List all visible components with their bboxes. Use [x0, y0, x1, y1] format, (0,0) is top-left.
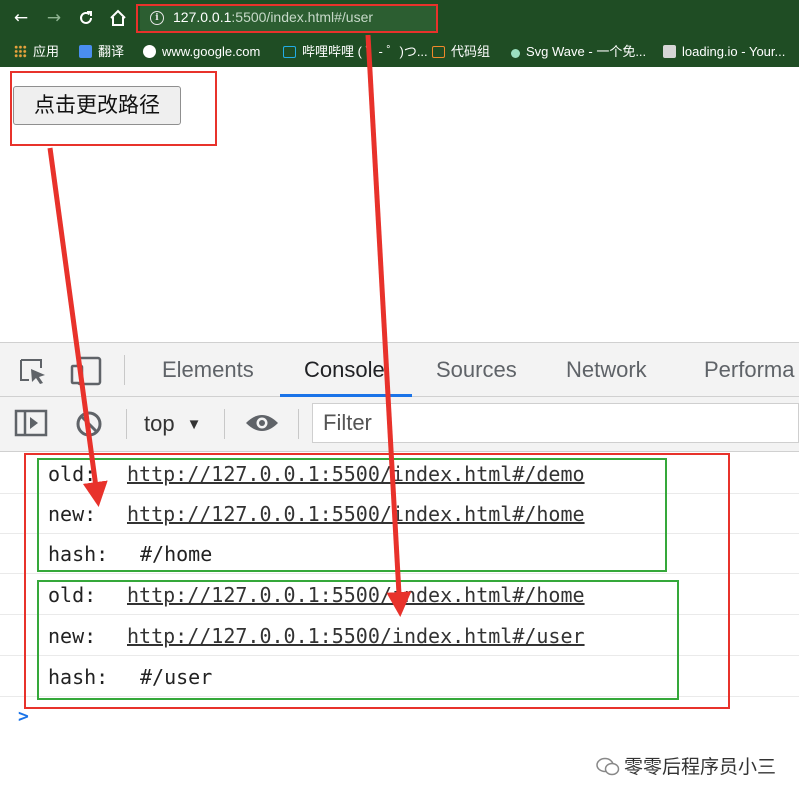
button-highlight-box: [10, 71, 217, 146]
divider: [298, 409, 299, 439]
bookmark-label: 应用: [33, 44, 60, 59]
divider: [124, 355, 125, 385]
bookmark-bilibili[interactable]: 哔哩哔哩 ( ゜- ゜)つ...: [283, 43, 428, 61]
bookmark-google[interactable]: www.google.com: [143, 43, 260, 61]
globe-icon: [143, 45, 156, 58]
tab-elements[interactable]: Elements: [162, 357, 254, 383]
bookmark-label: 代码组: [451, 44, 491, 59]
live-expression-eye-icon[interactable]: [244, 411, 280, 439]
bookmark-label: 翻译: [98, 44, 125, 59]
bookmark-code-group[interactable]: 代码组: [432, 43, 490, 61]
back-arrow-icon[interactable]: ←: [10, 7, 32, 29]
divider: [224, 409, 225, 439]
tab-performance[interactable]: Performa: [704, 357, 794, 383]
watermark-text: 零零后程序员小三: [624, 756, 777, 778]
code-bracket-icon: [432, 46, 445, 58]
tab-console[interactable]: Console: [304, 357, 385, 383]
device-toolbar-icon[interactable]: [70, 356, 102, 390]
bookmark-label: www.google.com: [162, 44, 261, 59]
bookmark-label: loading.io - Your...: [682, 44, 786, 59]
home-icon[interactable]: [107, 7, 129, 29]
bookmark-translate[interactable]: 翻译: [79, 43, 124, 61]
bookmark-loading-io[interactable]: loading.io - Your...: [663, 43, 785, 61]
inspect-element-icon[interactable]: [18, 357, 48, 389]
reload-icon[interactable]: [75, 7, 97, 29]
svg-wave-icon: [511, 49, 520, 58]
first-log-group-box: [37, 458, 667, 572]
bookmarks-bar: 应用 翻译 www.google.com 哔哩哔哩 ( ゜- ゜)つ... 代码…: [0, 37, 799, 67]
translate-icon: [79, 45, 92, 58]
tab-network[interactable]: Network: [566, 357, 647, 383]
wechat-icon: [596, 756, 620, 783]
context-selector[interactable]: top ▼: [144, 411, 201, 437]
apps-grid-icon: [14, 45, 27, 58]
divider: [126, 409, 127, 439]
clear-console-icon[interactable]: [74, 409, 104, 443]
bookmark-label: Svg Wave - 一个免...: [526, 44, 647, 59]
bookmark-label: 哔哩哔哩 ( ゜- ゜)つ...: [302, 44, 428, 59]
tab-sources[interactable]: Sources: [436, 357, 517, 383]
console-toolbar: top ▼ Filter: [0, 397, 799, 452]
bilibili-icon: [283, 46, 296, 58]
dropdown-arrow-icon: ▼: [186, 416, 202, 433]
context-label: top: [144, 411, 175, 436]
forward-arrow-icon[interactable]: →: [43, 7, 65, 29]
bookmark-apps[interactable]: 应用: [14, 43, 59, 61]
watermark: 零零后程序员小三: [596, 752, 776, 783]
console-filter-input[interactable]: Filter: [312, 403, 799, 443]
loading-io-icon: [663, 45, 676, 58]
second-log-group-box: [37, 580, 679, 700]
bookmark-svg-wave[interactable]: Svg Wave - 一个免...: [511, 43, 646, 61]
devtools-tab-bar: Elements Console Sources Network Perform…: [0, 342, 799, 397]
console-prompt[interactable]: >: [18, 706, 29, 727]
show-sidebar-icon[interactable]: [14, 409, 48, 441]
address-highlight-box: [136, 4, 438, 33]
